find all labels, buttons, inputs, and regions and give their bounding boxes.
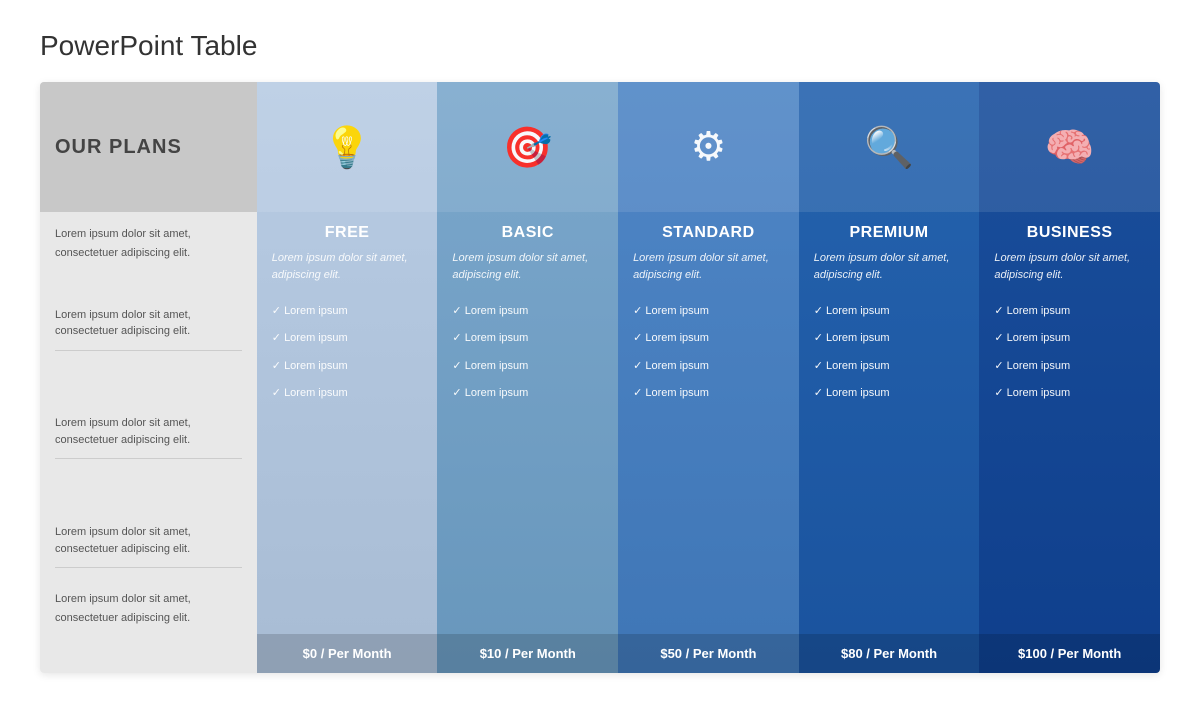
business-plan-name: BUSINESS — [1027, 224, 1113, 241]
standard-feature-4: Lorem ipsum — [633, 380, 784, 407]
basic-description: Lorem ipsum dolor sit amet, adipiscing e… — [437, 250, 618, 293]
page-title: PowerPoint Table — [40, 30, 1160, 62]
left-features: Lorem ipsum dolor sit amet, consectetuer… — [40, 296, 257, 578]
standard-features: Lorem ipsum Lorem ipsum Lorem ipsum Lore… — [618, 293, 799, 634]
business-feature-4: Lorem ipsum — [994, 380, 1145, 407]
left-feature-1 — [55, 355, 242, 382]
premium-description: Lorem ipsum dolor sit amet, adipiscing e… — [799, 250, 980, 293]
basic-features: Lorem ipsum Lorem ipsum Lorem ipsum Lore… — [437, 293, 618, 634]
plans-label: OUR PLANS — [55, 136, 182, 159]
standard-plan-name: STANDARD — [662, 224, 755, 241]
free-feature-3: Lorem ipsum — [272, 353, 423, 380]
premium-name-row: PREMIUM — [799, 212, 980, 250]
premium-features: Lorem ipsum Lorem ipsum Lorem ipsum Lore… — [799, 293, 980, 634]
standard-header: ⚙ — [618, 82, 799, 212]
col-free: 💡 FREE Lorem ipsum dolor sit amet, adipi… — [257, 82, 438, 673]
basic-price: $10 / Per Month — [437, 634, 618, 673]
business-name-row: BUSINESS — [979, 212, 1160, 250]
free-feature-4: Lorem ipsum — [272, 380, 423, 407]
standard-description: Lorem ipsum dolor sit amet, adipiscing e… — [618, 250, 799, 293]
business-price: $100 / Per Month — [979, 634, 1160, 673]
standard-price: $50 / Per Month — [618, 634, 799, 673]
premium-feature-4: Lorem ipsum — [814, 380, 965, 407]
basic-feature-3: Lorem ipsum — [452, 353, 603, 380]
basic-plan-name: BASIC — [502, 224, 554, 241]
free-description: Lorem ipsum dolor sit amet, adipiscing e… — [257, 250, 438, 293]
business-header: 🧠 — [979, 82, 1160, 212]
plans-header: OUR PLANS — [40, 82, 257, 212]
free-feature-2: Lorem ipsum — [272, 325, 423, 352]
left-group-3: Lorem ipsum dolor sit amet, consectetuer… — [55, 518, 242, 563]
free-name-row: FREE — [257, 212, 438, 250]
col-business: 🧠 BUSINESS Lorem ipsum dolor sit amet, a… — [979, 82, 1160, 673]
label-column: OUR PLANS Lorem ipsum dolor sit amet, co… — [40, 82, 257, 673]
basic-feature-4: Lorem ipsum — [452, 380, 603, 407]
premium-feature-2: Lorem ipsum — [814, 325, 965, 352]
premium-price: $80 / Per Month — [799, 634, 980, 673]
free-header: 💡 — [257, 82, 438, 212]
business-feature-2: Lorem ipsum — [994, 325, 1145, 352]
free-plan-name: FREE — [325, 224, 370, 241]
basic-feature-1: Lorem ipsum — [452, 298, 603, 325]
left-group-2: Lorem ipsum dolor sit amet, consectetuer… — [55, 409, 242, 454]
left-row-3: Lorem ipsum dolor sit amet, consectetuer… — [55, 415, 242, 448]
business-feature-1: Lorem ipsum — [994, 298, 1145, 325]
basic-feature-2: Lorem ipsum — [452, 325, 603, 352]
premium-header: 🔍 — [799, 82, 980, 212]
standard-icon: ⚙ — [690, 124, 726, 170]
col-premium: 🔍 PREMIUM Lorem ipsum dolor sit amet, ad… — [799, 82, 980, 673]
left-row-5: Lorem ipsum dolor sit amet, consectetuer… — [55, 593, 191, 624]
left-group-1: Lorem ipsum dolor sit amet, consectetuer… — [55, 301, 242, 346]
standard-feature-3: Lorem ipsum — [633, 353, 784, 380]
left-row-1: Lorem ipsum dolor sit amet, consectetuer… — [55, 228, 191, 259]
premium-feature-1: Lorem ipsum — [814, 298, 965, 325]
left-divider-1 — [55, 350, 242, 351]
col-standard: ⚙ STANDARD Lorem ipsum dolor sit amet, a… — [618, 82, 799, 673]
free-feature-1: Lorem ipsum — [272, 298, 423, 325]
premium-icon: 🔍 — [864, 124, 914, 171]
left-bottom-row: Lorem ipsum dolor sit amet, consectetuer… — [40, 577, 257, 634]
standard-name-row: STANDARD — [618, 212, 799, 250]
premium-feature-3: Lorem ipsum — [814, 353, 965, 380]
free-price: $0 / Per Month — [257, 634, 438, 673]
left-feature-2 — [55, 382, 242, 409]
free-icon: 💡 — [322, 124, 372, 171]
business-features: Lorem ipsum Lorem ipsum Lorem ipsum Lore… — [979, 293, 1160, 634]
left-divider-2 — [55, 458, 242, 459]
basic-name-row: BASIC — [437, 212, 618, 250]
basic-icon: 🎯 — [503, 124, 553, 171]
free-features: Lorem ipsum Lorem ipsum Lorem ipsum Lore… — [257, 293, 438, 634]
left-divider-3 — [55, 567, 242, 568]
left-feature-4 — [55, 491, 242, 518]
left-row-4: Lorem ipsum dolor sit amet, consectetuer… — [55, 524, 242, 557]
col-basic: 🎯 BASIC Lorem ipsum dolor sit amet, adip… — [437, 82, 618, 673]
left-feature-3 — [55, 463, 242, 490]
business-feature-3: Lorem ipsum — [994, 353, 1145, 380]
standard-feature-1: Lorem ipsum — [633, 298, 784, 325]
basic-header: 🎯 — [437, 82, 618, 212]
premium-plan-name: PREMIUM — [849, 224, 928, 241]
standard-feature-2: Lorem ipsum — [633, 325, 784, 352]
left-row-2: Lorem ipsum dolor sit amet, consectetuer… — [55, 307, 242, 340]
left-desc-spacer — [40, 269, 257, 296]
business-icon: 🧠 — [1045, 124, 1095, 171]
left-name-row: Lorem ipsum dolor sit amet, consectetuer… — [40, 212, 257, 269]
business-description: Lorem ipsum dolor sit amet, adipiscing e… — [979, 250, 1160, 293]
pricing-table: OUR PLANS Lorem ipsum dolor sit amet, co… — [40, 82, 1160, 673]
